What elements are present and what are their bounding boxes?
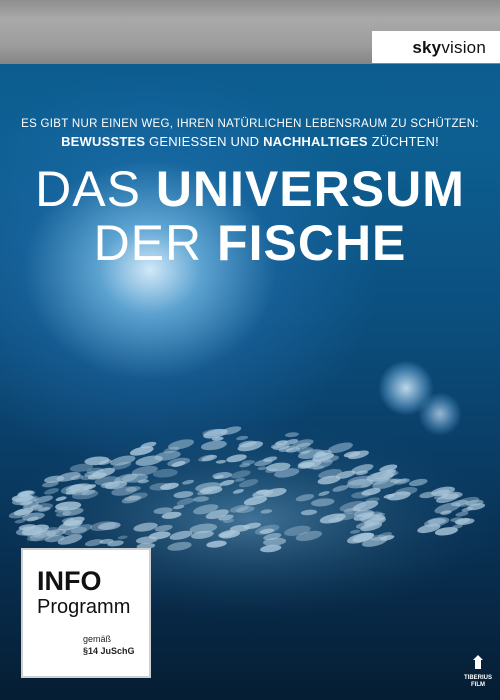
tagline-mid: geniessen und (145, 134, 264, 149)
studio-line2: FILM (471, 682, 485, 688)
rating-gemass: gemäß (83, 634, 112, 644)
studio-emblem-icon (473, 655, 483, 669)
info-programm-rating-badge: INFO Programm gemäß §14 JuSchG (21, 548, 151, 678)
sky-vision-logo: skyvision (412, 38, 486, 58)
tagline-bold-nachhaltiges: Nachhaltiges (263, 134, 368, 149)
brand-sky: sky (412, 38, 442, 57)
rating-juschg: §14 JuSchG (83, 646, 135, 656)
brand-vision: vision (441, 38, 486, 57)
rating-programm: Programm (37, 596, 131, 618)
tiberius-film-logo: TIBERIUS FILM (464, 654, 492, 694)
tagline-line2: Bewusstes geniessen und Nachhaltiges züc… (0, 134, 500, 149)
tagline-line1: Es gibt nur einen Weg, ihren natürlichen… (21, 118, 479, 130)
title-line1: Das Universum (0, 160, 500, 218)
tagline-end: züchten! (367, 134, 439, 149)
dvd-cover: skyvision Es gibt nur einen Weg, ihren n… (0, 0, 500, 700)
title-der: der (93, 215, 218, 271)
studio-line1: TIBERIUS (464, 675, 493, 681)
title-fische: Fische (217, 215, 407, 271)
title-line2: der Fische (0, 214, 500, 272)
tagline-bold-bewusstes: Bewusstes (61, 134, 146, 149)
title-universum: Universum (155, 161, 465, 217)
title-das: Das (35, 161, 156, 217)
rating-info: INFO (37, 566, 102, 596)
